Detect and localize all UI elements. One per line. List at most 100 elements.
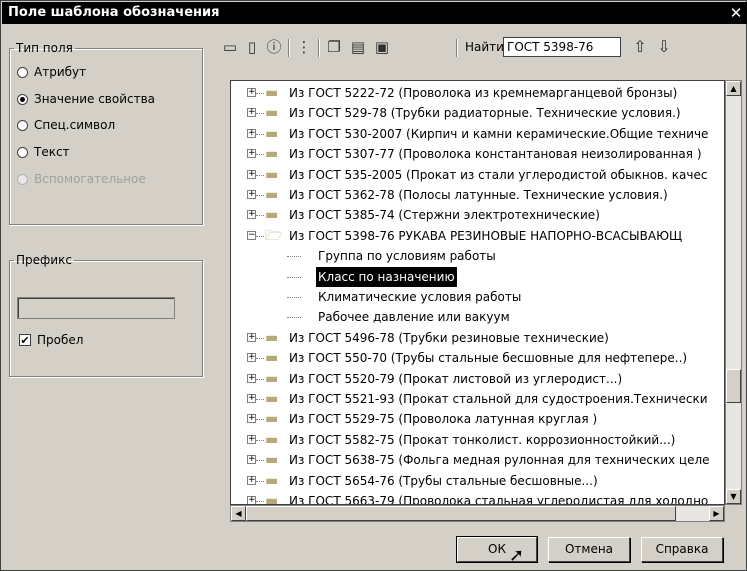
expand-icon[interactable]: +: [247, 169, 256, 179]
mouse-pointer-icon: ➚: [509, 545, 525, 566]
radio-icon: [17, 93, 28, 105]
tree-folder-item[interactable]: + ▬ Из ГОСТ 5663-79 (Проволока стальная уг…: [231, 491, 724, 505]
tree-connector: [256, 501, 264, 502]
tree-leaf-item[interactable]: Группа по условиям работы: [231, 246, 724, 266]
expand-icon[interactable]: +: [247, 108, 256, 118]
radio-icon: [17, 66, 28, 78]
tree-view[interactable]: + ▬ Из ГОСТ 5222-72 (Проволока из кремнема…: [230, 80, 725, 505]
tree-folder-item[interactable]: − 🗁 Из ГОСТ 5398-76 РУКАВА РЕЗИНОВЫЕ НАПОР…: [231, 226, 724, 246]
expand-icon[interactable]: +: [247, 88, 256, 97]
tree-connector: [256, 399, 264, 400]
horizontal-scrollbar[interactable]: ◀ ▶: [230, 505, 725, 522]
tree-folder-item[interactable]: + ▬ Из ГОСТ 535-2005 (Прокат из стали угле…: [231, 165, 724, 185]
scroll-right-icon[interactable]: ▶: [709, 506, 724, 521]
scroll-down-icon[interactable]: ▼: [726, 489, 741, 504]
tree-folder-item[interactable]: + ▬ Из ГОСТ 5520-79 (Прокат листовой из уг…: [231, 369, 724, 389]
tree-connector: [256, 358, 264, 360]
ok-button[interactable]: ОК: [456, 536, 538, 563]
radio-label: Атрибут: [34, 65, 87, 79]
tree-connector: [256, 480, 264, 482]
tree-folder-item[interactable]: + ▬ Из ГОСТ 5496-78 (Трубки резиновые техн…: [231, 328, 724, 348]
vertical-scrollbar[interactable]: ▲ ▼: [725, 80, 742, 505]
title-bar[interactable]: Поле шаблона обозначения ✕: [2, 2, 747, 24]
tree-connector: [256, 460, 264, 462]
folder-icon: ▬: [265, 166, 279, 183]
tree-connector: [287, 276, 301, 278]
expand-icon[interactable]: +: [247, 414, 256, 424]
tree-item-label: Из ГОСТ 535-2005 (Прокат из стали углеро…: [289, 167, 708, 182]
prefix-area: ✔ Пробел: [9, 253, 201, 375]
tree-folder-item[interactable]: + ▬ Из ГОСТ 5222-72 (Проволока из кремнема…: [231, 83, 724, 103]
tree-item-label: Из ГОСТ 5496-78 (Трубки резиновые технич…: [289, 330, 609, 345]
vertical-scroll-thumb[interactable]: [726, 369, 741, 403]
tree-folder-item[interactable]: + ▬ Из ГОСТ 5362-78 (Полосы латунные. Техн…: [231, 185, 724, 205]
prefix-input[interactable]: [17, 297, 175, 319]
tree-folder-item[interactable]: + ▬ Из ГОСТ 5654-76 (Трубы стальные бесшов…: [231, 471, 724, 491]
find-next-icon[interactable]: ⇩: [654, 37, 674, 57]
tree-folder-item[interactable]: + ▬ Из ГОСТ 529-78 (Трубки радиаторные. Те…: [231, 103, 724, 123]
tree-connector: [256, 174, 264, 176]
folder-icon: ▬: [265, 431, 279, 448]
folder-icon: ▬: [265, 391, 279, 407]
tree-connector: [287, 297, 301, 298]
expand-icon[interactable]: +: [247, 373, 256, 383]
tree-leaf-item[interactable]: Класс по назначению: [231, 265, 724, 288]
cancel-button[interactable]: Отмена: [548, 537, 630, 562]
folder-icon: ▬: [265, 85, 279, 101]
expand-icon[interactable]: +: [247, 455, 256, 465]
tree-folder-item[interactable]: + ▬ Из ГОСТ 5521-93 (Прокат стальной для с…: [231, 389, 724, 409]
tree-leaf-item[interactable]: Климатические условия работы: [231, 287, 724, 307]
toolbar-separator: [456, 39, 458, 57]
find-previous-icon[interactable]: ⇧: [630, 37, 650, 57]
copy-icon[interactable]: ❐: [324, 37, 344, 57]
properties-icon[interactable]: ⋮: [294, 37, 314, 57]
tree-folder-item[interactable]: + ▬ Из ГОСТ 5638-75 (Фольга медная рулонна…: [231, 450, 724, 470]
expand-icon[interactable]: +: [247, 496, 256, 504]
scroll-left-icon[interactable]: ◀: [231, 506, 246, 521]
tree-item-label: Группа по условиям работы: [318, 249, 496, 264]
horizontal-scroll-thumb[interactable]: [246, 506, 676, 521]
window-title: Поле шаблона обозначения: [8, 5, 220, 20]
expand-icon[interactable]: +: [247, 210, 256, 220]
expand-icon[interactable]: +: [247, 190, 256, 199]
tree-folder-item[interactable]: + ▬ Из ГОСТ 5582-75 (Прокат тонколист. кор…: [231, 430, 724, 450]
collapse-icon[interactable]: −: [247, 230, 256, 240]
tree-leaf-item[interactable]: Рабочее давление или вакуум: [231, 307, 724, 327]
tree-connector: [256, 195, 264, 196]
tree-folder-item[interactable]: + ▬ Из ГОСТ 5307-77 (Проволока константано…: [231, 144, 724, 164]
expand-icon[interactable]: +: [247, 149, 256, 159]
scroll-up-icon[interactable]: ▲: [726, 81, 741, 96]
tree-item-label: Из ГОСТ 5654-76 (Трубы стальные бесшовны…: [289, 473, 598, 488]
radio-option[interactable]: Атрибут: [17, 63, 86, 81]
radio-option[interactable]: Текст: [17, 143, 70, 161]
tree-folder-item[interactable]: + ▬ Из ГОСТ 5385-74 (Стержни электротехнич…: [231, 205, 724, 225]
tree-connector: [256, 419, 264, 421]
expand-icon[interactable]: +: [247, 353, 256, 363]
tree-item-label: Из ГОСТ 5663-79 (Проволока стальная угле…: [289, 494, 709, 505]
tree-item-label: Из ГОСТ 5638-75 (Фольга медная рулонная …: [289, 453, 710, 468]
expand-icon[interactable]: +: [247, 434, 256, 444]
tree-folder-item[interactable]: + ▬ Из ГОСТ 530-2007 (Кирпич и камни керам…: [231, 124, 724, 144]
space-checkbox[interactable]: ✔ Пробел: [19, 333, 83, 347]
expand-icon[interactable]: +: [247, 475, 256, 485]
paste-icon[interactable]: ▤: [348, 37, 368, 57]
clipboard-icon[interactable]: ▣: [372, 37, 392, 57]
find-input[interactable]: ГОСТ 5398-76: [503, 37, 621, 57]
tree-folder-item[interactable]: + ▬ Из ГОСТ 5529-75 (Проволока латунная кр…: [231, 409, 724, 429]
expand-icon[interactable]: +: [247, 128, 256, 138]
radio-icon: [17, 146, 28, 158]
radio-option[interactable]: Спец.символ: [17, 116, 115, 134]
expand-icon[interactable]: +: [247, 332, 256, 342]
expand-icon[interactable]: +: [247, 394, 256, 403]
folder-icon[interactable]: ▭: [220, 37, 240, 57]
radio-option[interactable]: Значение свойства: [17, 90, 155, 108]
folder-icon: ▬: [265, 472, 279, 489]
new-document-icon[interactable]: ▯: [242, 37, 262, 57]
toolbar: ▭ ▯ ⓘ ⋮ ❐ ▤ ▣ Найти ГОСТ 5398-76 ⇧ ⇩: [216, 37, 736, 61]
radio-icon: [17, 173, 28, 185]
help-button[interactable]: Справка: [641, 537, 723, 562]
close-icon[interactable]: ✕: [727, 4, 745, 22]
open-folder-icon: 🗁: [265, 227, 283, 244]
info-icon[interactable]: ⓘ: [264, 37, 284, 57]
tree-folder-item[interactable]: + ▬ Из ГОСТ 550-70 (Трубы стальные бесшовн…: [231, 348, 724, 368]
